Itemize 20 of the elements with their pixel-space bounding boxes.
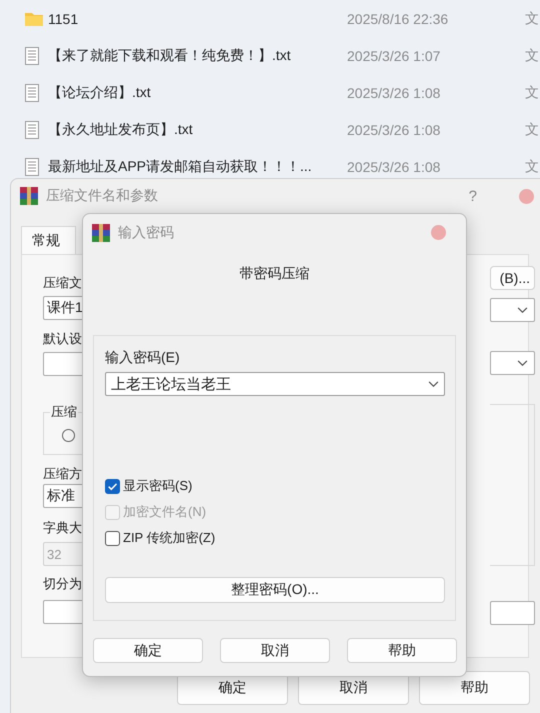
dialog-heading: 带密码压缩 [238, 264, 310, 283]
field-label: 压缩方 [43, 465, 82, 483]
file-date: 2025/3/26 1:07 [347, 48, 442, 64]
file-date: 2025/3/26 1:08 [347, 84, 442, 100]
file-type: 文 [525, 120, 540, 138]
group-label: 压缩 [50, 403, 78, 421]
file-type: 文 [525, 46, 540, 64]
field-label: 字典大 [43, 519, 82, 537]
field-label: 默认设 [43, 330, 82, 348]
window-title: 压缩文件名和参数 [46, 187, 158, 205]
file-type: 文 [525, 10, 540, 28]
window-title: 输入密码 [118, 224, 174, 242]
file-date: 2025/3/26 1:08 [347, 158, 442, 174]
file-date: 2025/8/16 22:36 [347, 10, 450, 26]
field-label: 切分为 [43, 575, 82, 593]
file-date: 2025/3/26 1:08 [347, 122, 442, 138]
file-type: 文 [525, 158, 540, 176]
field-label: 输入密码(E) [105, 348, 181, 366]
file-type: 文 [525, 84, 540, 102]
field-label: 压缩文 [43, 274, 82, 292]
